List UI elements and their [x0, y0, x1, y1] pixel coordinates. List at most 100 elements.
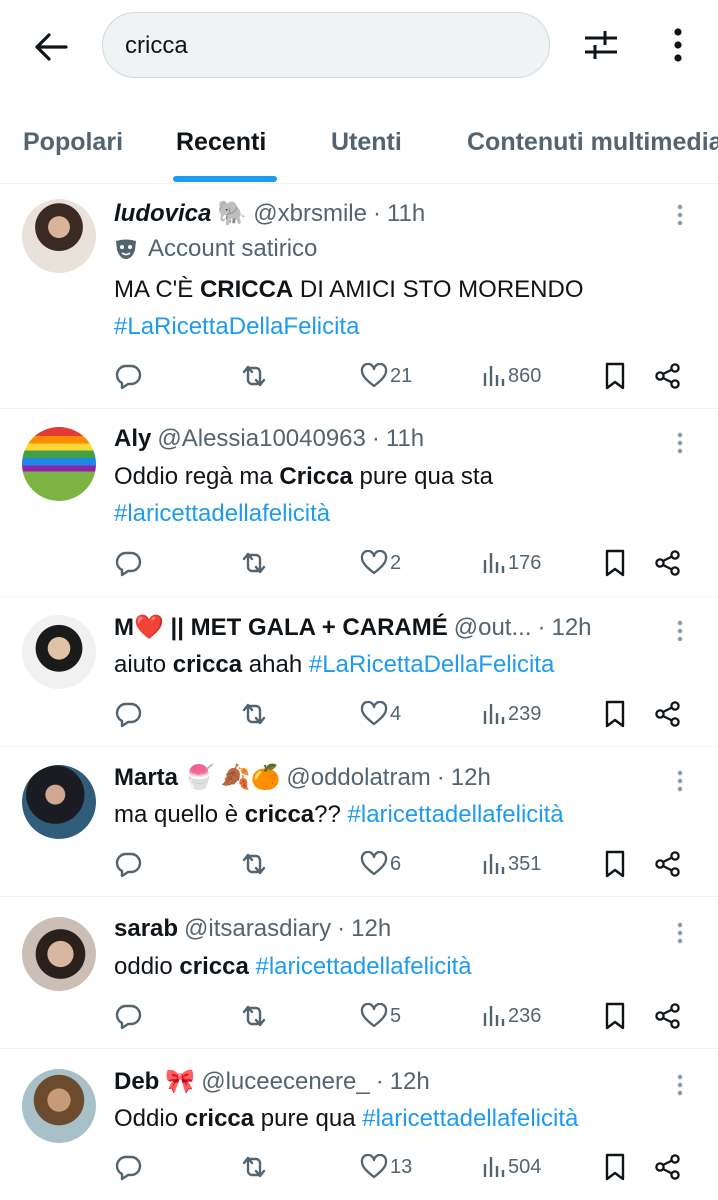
author-handle[interactable]: @oddolatram	[286, 764, 430, 792]
search-filter-icon[interactable]	[580, 24, 622, 66]
retweet-button[interactable]	[238, 546, 270, 580]
bookmark-button[interactable]	[604, 999, 626, 1033]
reply-button[interactable]	[114, 1150, 142, 1184]
retweet-button[interactable]	[238, 999, 270, 1033]
bookmark-button[interactable]	[604, 1150, 626, 1184]
avatar[interactable]	[22, 1069, 96, 1143]
like-icon	[360, 363, 388, 389]
tab-utenti[interactable]: Utenti	[331, 128, 402, 157]
tweet[interactable]: M❤️ || MET GALA + CARAMÉ @out... · 12h a…	[0, 597, 718, 747]
views-button[interactable]: 236	[482, 999, 541, 1033]
views-button[interactable]: 860	[482, 359, 541, 393]
views-icon	[482, 852, 506, 876]
tweet-more-icon[interactable]	[668, 619, 692, 643]
tweet-time: 11h	[385, 425, 425, 452]
retweet-icon	[238, 362, 270, 390]
bookmark-button[interactable]	[604, 546, 626, 580]
author-name[interactable]: M❤️ || MET GALA + CARAMÉ	[114, 613, 448, 642]
share-button[interactable]	[654, 697, 682, 731]
tweet-more-icon[interactable]	[668, 203, 692, 227]
tweet[interactable]: ludovica 🐘 @xbrsmile · 11h Account satir…	[0, 185, 718, 409]
like-count: 5	[390, 1004, 402, 1027]
hashtag-link[interactable]: #LaRicettaDellaFelicita	[309, 651, 554, 678]
overflow-menu-icon[interactable]	[660, 24, 696, 66]
text-segment: pure qua	[254, 1105, 363, 1132]
share-button[interactable]	[654, 546, 682, 580]
like-button[interactable]: 5	[360, 999, 401, 1033]
keyword-highlight: cricca	[179, 953, 249, 980]
tweet-actions: 4 239	[114, 697, 694, 731]
author-handle[interactable]: @xbrsmile	[253, 200, 367, 228]
share-button[interactable]	[654, 359, 682, 393]
views-button[interactable]: 351	[482, 847, 541, 881]
reply-button[interactable]	[114, 359, 142, 393]
avatar[interactable]	[22, 765, 96, 839]
like-button[interactable]: 2	[360, 546, 401, 580]
tweet-actions: 21 860	[114, 359, 694, 393]
name-emoji: 🐘	[217, 200, 248, 227]
reply-button[interactable]	[114, 697, 142, 731]
avatar[interactable]	[22, 917, 96, 991]
tweet-more-icon[interactable]	[668, 431, 692, 455]
author-name[interactable]: ludovica	[114, 200, 211, 228]
tab-recenti[interactable]: Recenti	[176, 128, 266, 157]
like-button[interactable]: 6	[360, 847, 401, 881]
hashtag-link[interactable]: #laricettadellafelicità	[362, 1105, 578, 1132]
tweet-more-icon[interactable]	[668, 921, 692, 945]
bookmark-button[interactable]	[604, 359, 626, 393]
author-handle[interactable]: @Alessia10040963	[157, 425, 366, 453]
share-button[interactable]	[654, 999, 682, 1033]
like-button[interactable]: 21	[360, 359, 412, 393]
tweet[interactable]: sarab @itsarasdiary · 12h oddio cricca #…	[0, 897, 718, 1049]
avatar[interactable]	[22, 615, 96, 689]
bookmark-button[interactable]	[604, 847, 626, 881]
tweet[interactable]: Aly @Alessia10040963 · 11h Oddio regà ma…	[0, 409, 718, 597]
author-handle[interactable]: @luceecenere_	[201, 1068, 369, 1096]
tweet[interactable]: Deb 🎀 @luceecenere_ · 12h Oddio cricca p…	[0, 1049, 718, 1200]
tab-popolari[interactable]: Popolari	[23, 128, 123, 157]
reply-button[interactable]	[114, 847, 142, 881]
share-button[interactable]	[654, 847, 682, 881]
retweet-button[interactable]	[238, 847, 270, 881]
tweet[interactable]: Marta 🍧 🍂🍊 @oddolatram · 12h ma quello è…	[0, 747, 718, 897]
tweet-more-icon[interactable]	[668, 1073, 692, 1097]
tweet-more-icon[interactable]	[668, 769, 692, 793]
reply-icon	[114, 1153, 142, 1181]
hashtag-link[interactable]: #LaRicettaDellaFelicita	[114, 313, 359, 341]
tweet-time: 12h	[389, 1067, 430, 1095]
hashtag-link[interactable]: #laricettadellafelicità	[114, 500, 330, 528]
name-emoji: 🎀	[165, 1068, 196, 1095]
author-name[interactable]: Aly	[114, 425, 151, 453]
avatar[interactable]	[22, 427, 96, 501]
share-button[interactable]	[654, 1150, 682, 1184]
reply-button[interactable]	[114, 546, 142, 580]
back-arrow-icon[interactable]	[30, 26, 72, 68]
views-icon	[482, 1155, 506, 1179]
author-name[interactable]: Deb	[114, 1068, 159, 1096]
retweet-button[interactable]	[238, 697, 270, 731]
hashtag-link[interactable]: #laricettadellafelicità	[348, 801, 564, 828]
views-button[interactable]: 504	[482, 1150, 541, 1184]
separator-dot: ·	[537, 613, 546, 641]
tweet-time: 12h	[551, 613, 592, 641]
views-count: 239	[508, 702, 542, 725]
like-button[interactable]: 4	[360, 697, 401, 731]
hashtag-link[interactable]: #laricettadellafelicità	[255, 953, 471, 980]
bookmark-button[interactable]	[604, 697, 626, 731]
text-segment: MA C'È	[114, 276, 200, 303]
search-input[interactable]: cricca	[102, 12, 550, 78]
reply-button[interactable]	[114, 999, 142, 1033]
text-segment: oddio	[114, 953, 180, 980]
author-handle[interactable]: @itsarasdiary	[184, 915, 331, 943]
tab-contenuti-multimediali[interactable]: Contenuti multimedia	[467, 128, 718, 157]
views-button[interactable]: 239	[482, 697, 541, 731]
retweet-button[interactable]	[238, 1150, 270, 1184]
like-button[interactable]: 13	[360, 1150, 412, 1184]
retweet-button[interactable]	[238, 359, 270, 393]
views-icon	[482, 1004, 506, 1028]
author-handle[interactable]: @out...	[454, 614, 532, 642]
author-name[interactable]: Marta	[114, 764, 178, 792]
avatar[interactable]	[22, 199, 96, 273]
author-name[interactable]: sarab	[114, 915, 178, 943]
views-button[interactable]: 176	[482, 546, 541, 580]
